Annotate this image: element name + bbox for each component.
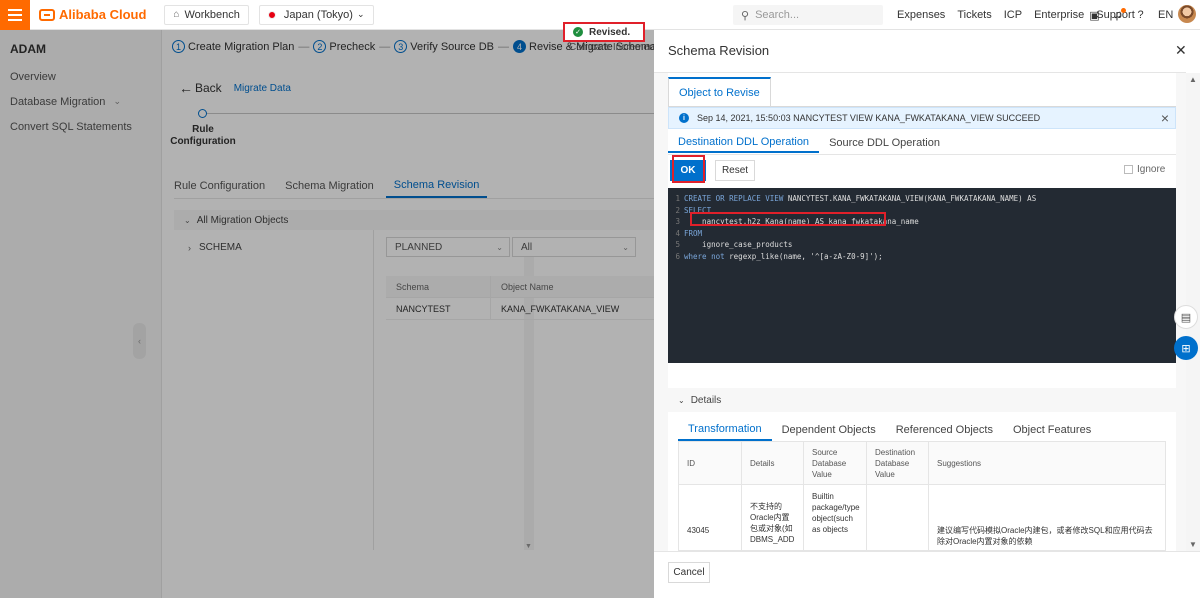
line-number: 5	[675, 240, 680, 249]
check-circle-icon: ✓	[573, 27, 583, 37]
cancel-button[interactable]: Cancel	[668, 562, 710, 583]
column-header: Suggestions	[937, 458, 982, 468]
code-highlight-box	[690, 212, 886, 226]
language-switch[interactable]: EN	[1158, 9, 1173, 21]
icp-link[interactable]: ICP	[1004, 9, 1022, 21]
table-row: 43045 不支持的Oracle内置包或对象(如DBMS_ADD Builtin…	[679, 485, 1165, 550]
apps-icon[interactable]: ⊞	[1174, 336, 1198, 360]
scroll-up-icon[interactable]: ▲	[1189, 75, 1197, 84]
workbench-button[interactable]: ⌂ Workbench	[164, 4, 249, 25]
table-cell	[867, 485, 929, 550]
chat-icon[interactable]: ▤	[1174, 305, 1198, 329]
line-number: 6	[675, 251, 680, 261]
ok-highlight-box	[672, 155, 705, 183]
table-cell: 建议编写代码模拟Oracle内建包，或者修改SQL和应用代码去除对Oracle内…	[937, 526, 1153, 546]
detail-tabs: Transformation Dependent Objects Referen…	[678, 419, 1101, 441]
search-icon: ⚲	[741, 9, 750, 22]
alibaba-logo-icon	[39, 8, 55, 21]
avatar[interactable]	[1178, 5, 1196, 23]
brand-name: Alibaba Cloud	[59, 7, 147, 22]
tab-referenced-objects[interactable]: Referenced Objects	[886, 419, 1003, 441]
tab-destination-ddl[interactable]: Destination DDL Operation	[668, 133, 820, 153]
line-number: 1	[675, 194, 680, 203]
ignore-label: Ignore	[1137, 164, 1166, 175]
help-icon[interactable]: ?	[1135, 9, 1146, 21]
code-line: 4 FROM	[668, 228, 1176, 240]
menu-icon[interactable]	[0, 0, 30, 30]
details-header[interactable]: ⌄ Details	[668, 388, 1176, 412]
tickets-link[interactable]: Tickets	[957, 9, 991, 21]
region-selector[interactable]: Japan (Tokyo) ⌄	[258, 4, 374, 25]
code-text: NANCYTEST.KANA_FWKATAKANA_VIEW(KANA_FWKA…	[783, 194, 1037, 203]
tab-object-features[interactable]: Object Features	[1003, 419, 1101, 441]
region-label: Japan (Tokyo)	[283, 8, 353, 21]
message-icon[interactable]: ▣	[1089, 10, 1100, 22]
expenses-link[interactable]: Expenses	[897, 9, 945, 21]
reset-button[interactable]: Reset	[715, 160, 755, 181]
chevron-down-icon: ⌄	[678, 395, 685, 405]
modal-overlay[interactable]	[0, 30, 654, 598]
info-icon: i	[679, 113, 689, 123]
toast-message: Revised.	[589, 26, 631, 38]
table-cell: Builtin package/type object(such as obje…	[804, 485, 867, 550]
details-label: Details	[690, 394, 722, 406]
column-header: Details	[742, 442, 804, 484]
drawer-body: Object to Revise i Sep 14, 2021, 15:50:0…	[654, 73, 1186, 551]
close-icon[interactable]: ×	[1161, 110, 1169, 126]
bell-icon[interactable]: ♫	[1112, 7, 1126, 21]
ddl-code-editor[interactable]: 1 CREATE OR REPLACE VIEW NANCYTEST.KANA_F…	[668, 188, 1176, 363]
tab-dependent-objects[interactable]: Dependent Objects	[772, 419, 886, 441]
chevron-down-icon: ⌄	[356, 9, 365, 19]
code-line: 6 where not regexp_like(name, '^[a-zA-Z0-…	[668, 251, 1176, 263]
code-text: regexp_like(name, '^[a-zA-Z0-9]');	[724, 251, 883, 261]
japan-flag-icon	[267, 10, 276, 19]
tab-object-to-revise[interactable]: Object to Revise	[668, 77, 771, 107]
code-line: 1 CREATE OR REPLACE VIEW NANCYTEST.KANA_F…	[668, 193, 1176, 205]
line-number: 2	[675, 205, 680, 215]
drawer-title: Schema Revision	[668, 43, 770, 58]
success-toast: ✓ Revised.	[563, 22, 645, 42]
scroll-down-icon[interactable]: ▼	[1189, 540, 1197, 549]
ddl-tabs: Destination DDL Operation Source DDL Ope…	[668, 133, 950, 153]
revise-card: Object to Revise i Sep 14, 2021, 15:50:0…	[668, 73, 1176, 551]
ignore-checkbox[interactable]: Ignore	[1124, 164, 1165, 175]
divider	[668, 154, 1176, 155]
tab-transformation[interactable]: Transformation	[678, 419, 772, 441]
close-icon[interactable]: ✕	[1175, 42, 1187, 59]
step-label-peek: Compare Increment	[569, 42, 654, 50]
editor-scrollbar[interactable]	[668, 363, 1176, 373]
workbench-label: Workbench	[184, 8, 240, 21]
top-icons: ▣ ♫ ? EN	[1089, 0, 1173, 30]
search-input[interactable]: ⚲ Search...	[733, 5, 883, 25]
enterprise-link[interactable]: Enterprise	[1034, 9, 1084, 21]
brand-logo[interactable]: Alibaba Cloud	[39, 7, 146, 22]
table-header: ID Details Source Database Value Destina…	[679, 442, 1165, 485]
drawer-footer: Cancel	[654, 551, 1200, 598]
column-header: Destination Database Value	[867, 442, 929, 484]
table-cell: 43045	[679, 485, 742, 550]
code-keyword: where not	[684, 251, 725, 261]
search-placeholder: Search...	[755, 9, 800, 21]
info-message: Sep 14, 2021, 15:50:03 NANCYTEST VIEW KA…	[697, 113, 1041, 123]
line-number: 4	[675, 228, 680, 238]
tab-source-ddl[interactable]: Source DDL Operation	[819, 133, 950, 153]
notification-dot	[1121, 7, 1126, 13]
column-header: Source Database Value	[804, 442, 867, 484]
code-text: ignore_case_products	[684, 240, 793, 249]
line-number: 3	[675, 217, 680, 226]
home-icon: ⌂	[173, 9, 180, 20]
code-keyword: FROM	[684, 228, 703, 238]
column-header: ID	[679, 442, 742, 484]
code-keyword: CREATE OR REPLACE VIEW	[684, 194, 784, 203]
table-cell: 不支持的Oracle内置包或对象(如DBMS_ADD	[742, 485, 804, 550]
info-banner: i Sep 14, 2021, 15:50:03 NANCYTEST VIEW …	[668, 107, 1176, 129]
checkbox-icon	[1124, 165, 1133, 174]
code-line: 5 ignore_case_products	[668, 239, 1176, 251]
schema-revision-drawer: Schema Revision ✕ Object to Revise i Sep…	[654, 30, 1200, 598]
transformation-table: ID Details Source Database Value Destina…	[678, 442, 1166, 551]
